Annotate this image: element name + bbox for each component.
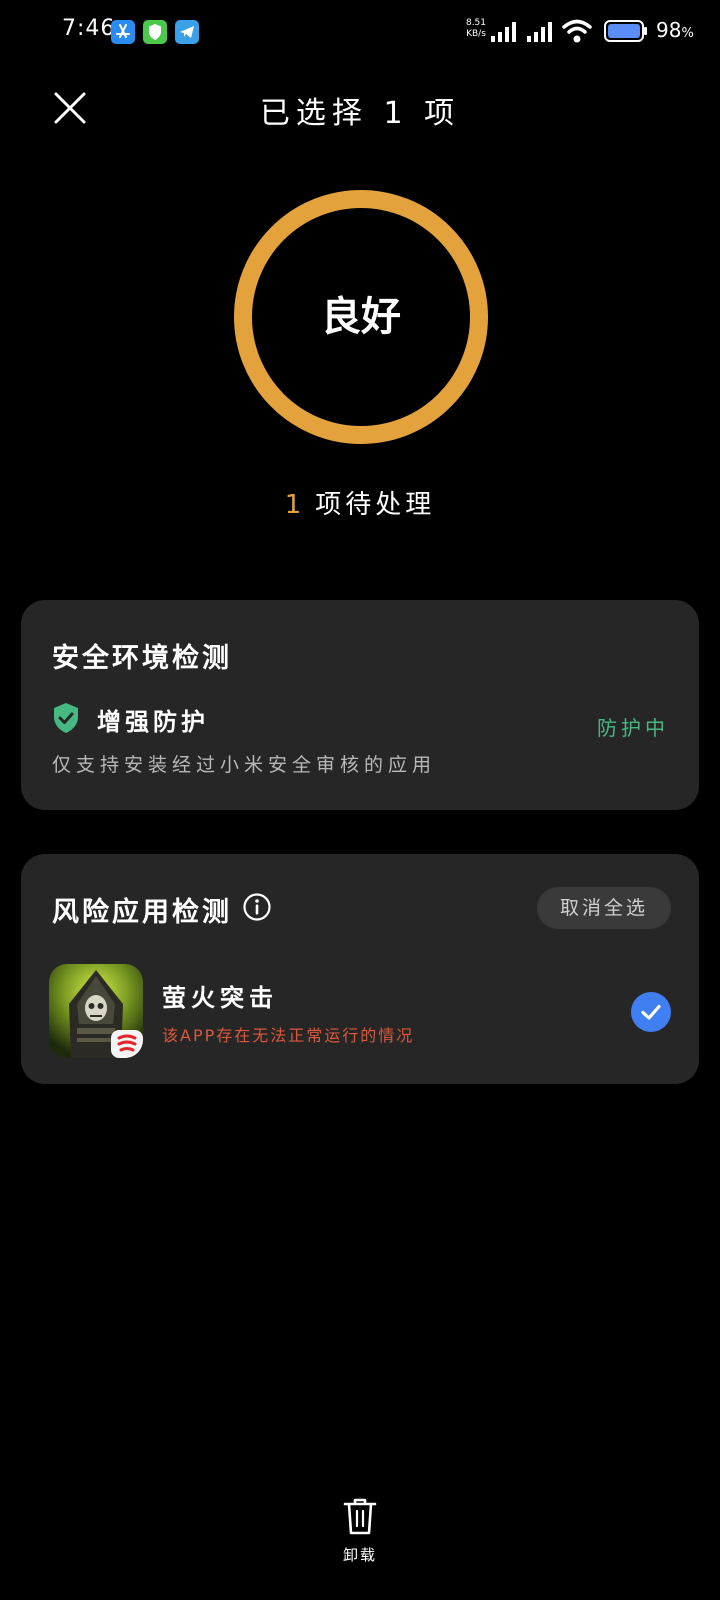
app-store-icon <box>111 20 135 44</box>
cellular-signal-icon <box>527 22 552 42</box>
pending-summary: 1 项待处理 <box>0 484 720 521</box>
network-speed-unit: KB/s <box>466 29 486 39</box>
protection-description: 仅支持安装经过小米安全审核的应用 <box>52 754 437 776</box>
app-select-checkbox[interactable] <box>631 992 671 1032</box>
check-icon <box>641 1004 661 1020</box>
security-environment-card: 安全环境检测 增强防护 防护中 仅支持安装经过小米安全审核的应用 <box>21 600 699 810</box>
wifi-icon <box>562 19 592 43</box>
protection-status: 防护中 <box>597 716 669 740</box>
enhanced-protection-label: 增强防护 <box>97 708 209 736</box>
security-card-title: 安全环境检测 <box>52 643 232 674</box>
cellular-signal-icon <box>491 22 516 42</box>
network-speed-value: 8.51 <box>465 18 487 28</box>
network-speed: 8.51 KB/s <box>464 18 488 40</box>
app-warning: 该APP存在无法正常运行的情况 <box>162 1026 415 1045</box>
info-icon[interactable] <box>242 892 272 922</box>
app-name: 萤火突击 <box>162 984 278 1012</box>
trash-icon <box>343 1498 377 1535</box>
list-item[interactable]: 萤火突击 该APP存在无法正常运行的情况 <box>21 964 699 1060</box>
risk-card-title: 风险应用检测 <box>52 897 232 928</box>
deselect-all-button[interactable]: 取消全选 <box>537 887 671 929</box>
risk-app-card: 风险应用检测 取消全选 萤火突击 该APP存在无法正常运行的情况 <box>21 854 699 1084</box>
uninstall-label: 卸载 <box>342 1546 377 1564</box>
uninstall-button[interactable]: 卸载 <box>320 1496 400 1576</box>
pending-text: 项待处理 <box>315 490 436 520</box>
game-app-icon <box>49 964 143 1058</box>
pending-count: 1 <box>284 490 306 520</box>
status-time: 7:46 <box>62 16 116 41</box>
status-ring-label: 良好 <box>321 294 401 340</box>
telegram-icon <box>175 20 199 44</box>
page-title: 已选择 1 项 <box>259 96 461 131</box>
shield-check-icon <box>54 703 78 733</box>
battery-percent: 98% <box>656 18 694 42</box>
shield-app-icon <box>143 20 167 44</box>
status-bar: 7:46 8.51 KB/s 98% <box>0 0 720 64</box>
battery-icon <box>604 20 647 42</box>
